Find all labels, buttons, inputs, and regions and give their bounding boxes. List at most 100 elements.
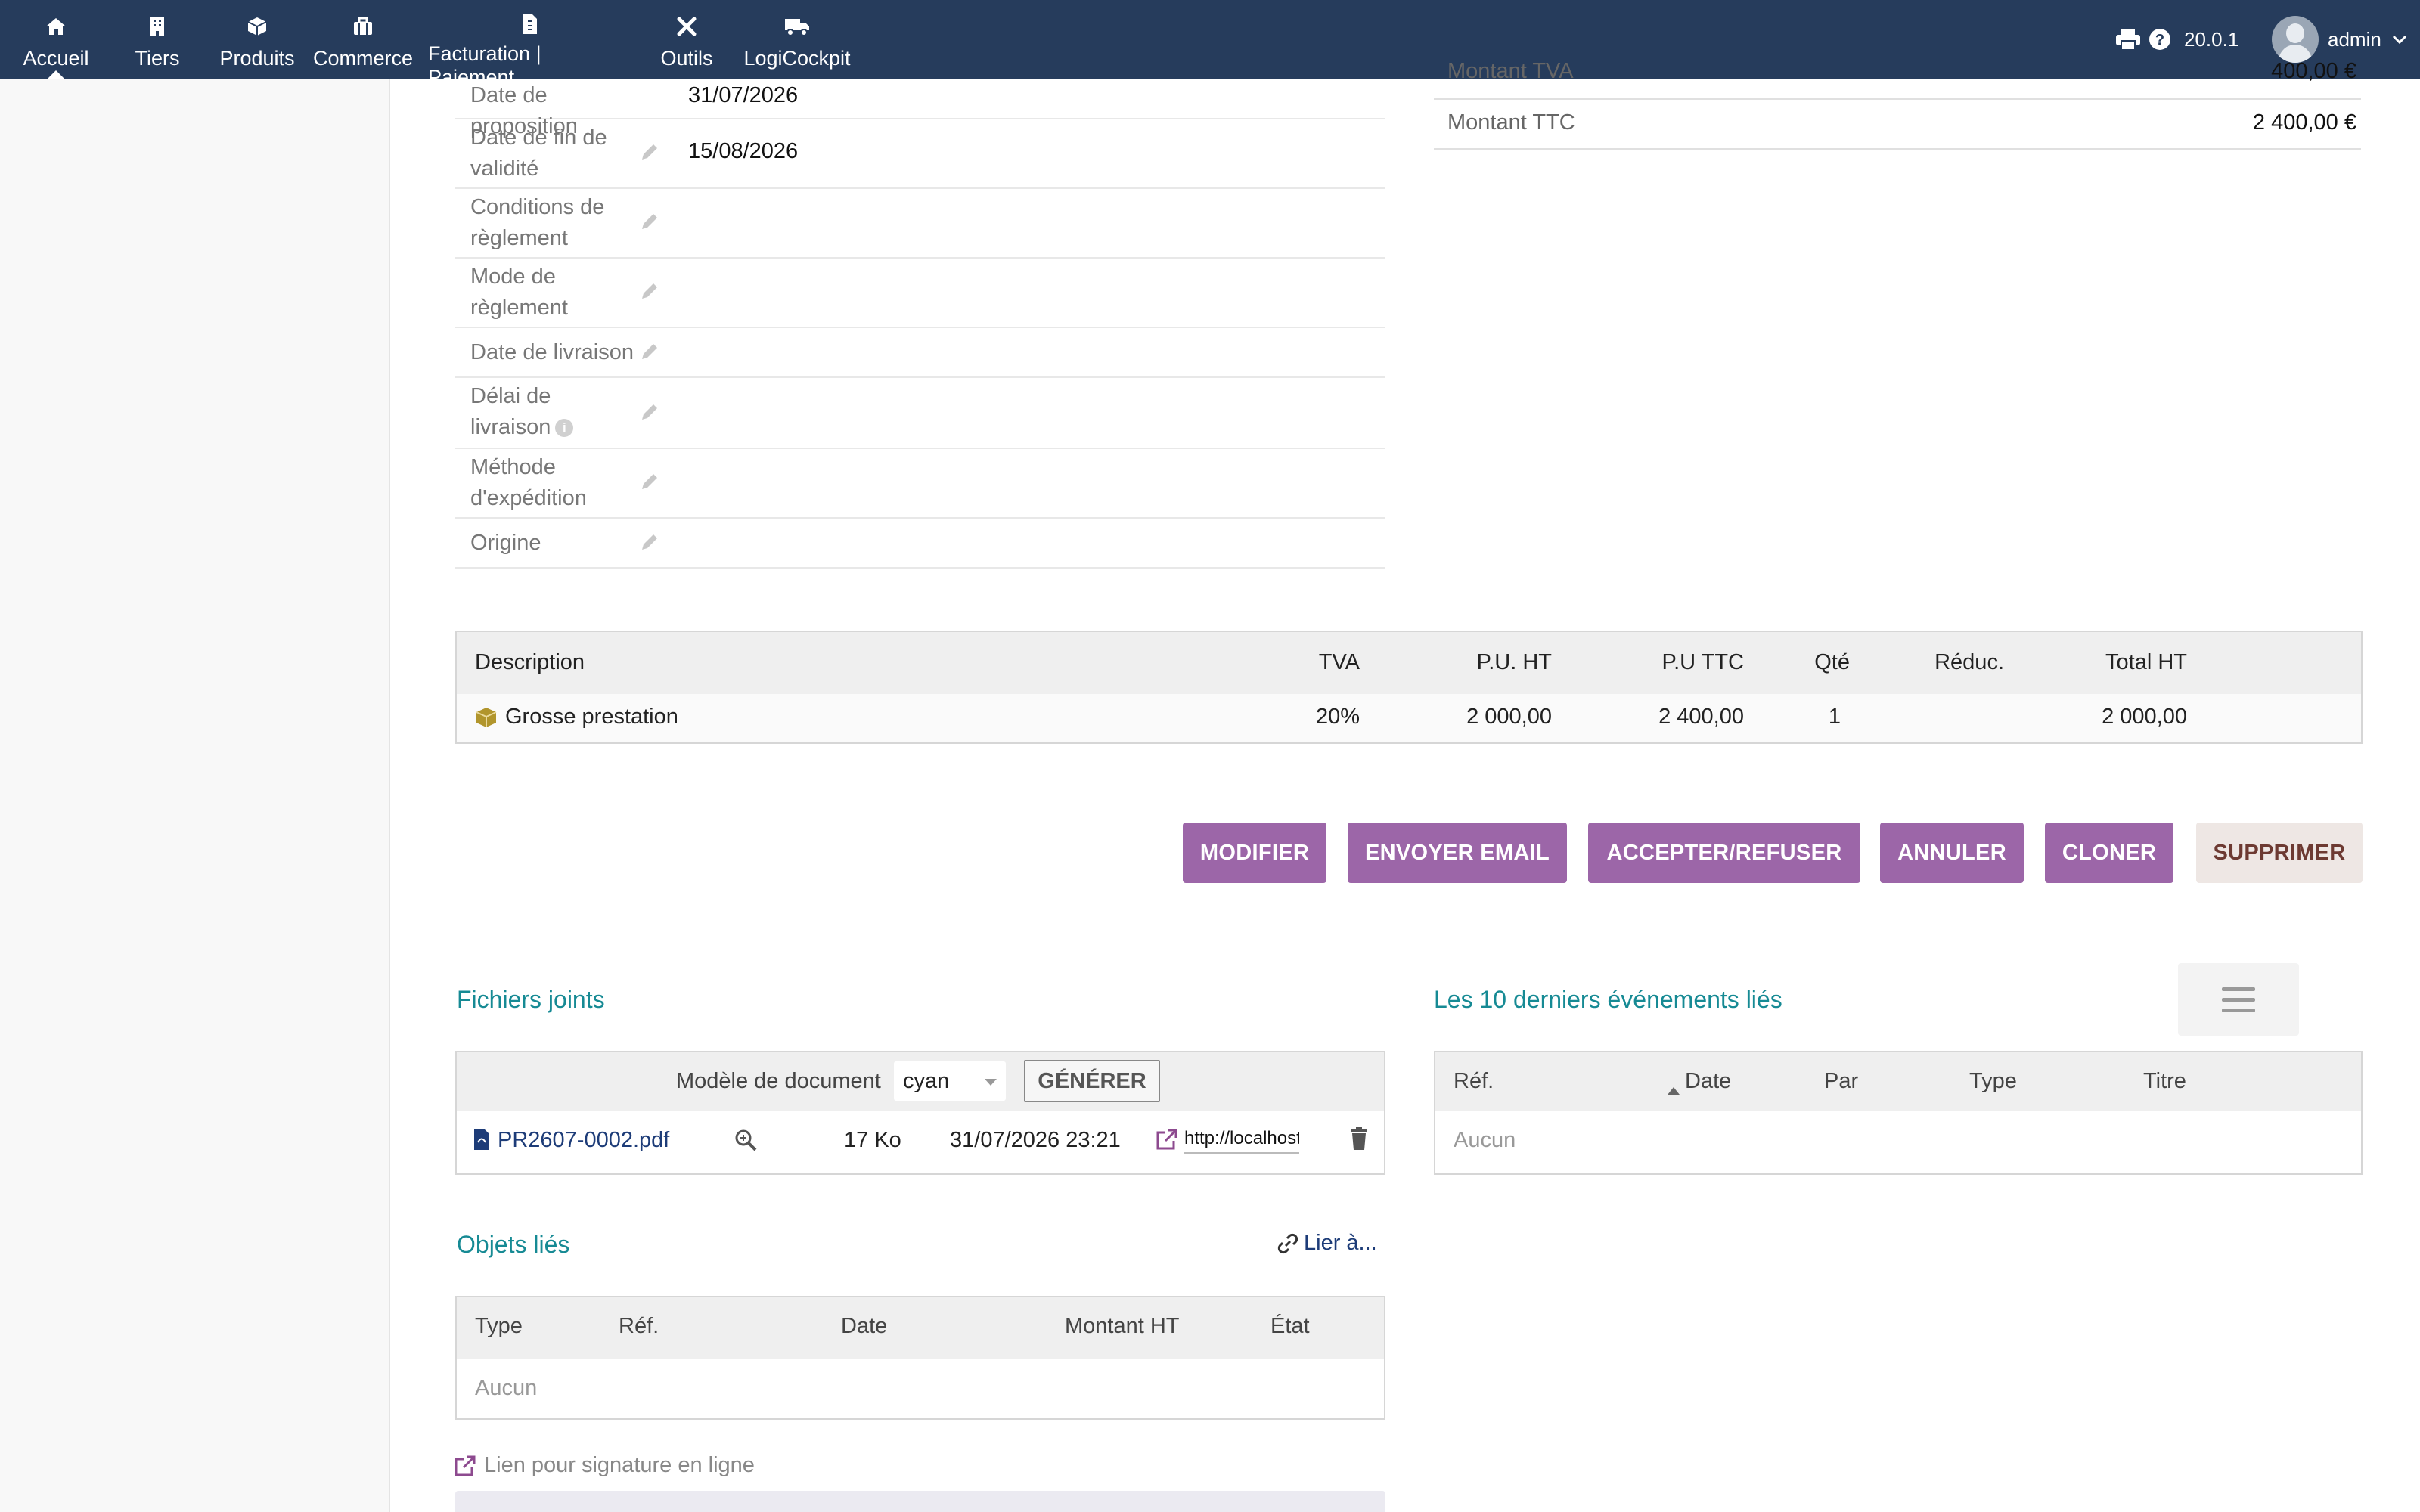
menu-tiers[interactable]: Tiers	[130, 0, 185, 79]
envoyer-email-button[interactable]: ENVOYER EMAIL	[1348, 823, 1567, 883]
line-pu-ttc: 2 400,00	[1658, 705, 1744, 729]
menu-facturation[interactable]: Facturation | Paiement	[428, 0, 632, 88]
modifier-button[interactable]: MODIFIER	[1183, 823, 1326, 883]
col-pu-ttc: P.U TTC	[1661, 650, 1744, 674]
info-row-conditions-reglement: Conditions de règlement	[455, 189, 1385, 259]
pencil-icon[interactable]	[638, 141, 661, 163]
linked-col-montant: Montant HT	[1065, 1314, 1180, 1338]
home-icon	[45, 14, 67, 39]
summary-row-ttc: Montant TTC 2 400,00 €	[1434, 100, 2361, 150]
menu-label: Commerce	[312, 47, 414, 70]
zoom-icon[interactable]	[734, 1128, 758, 1158]
file-url-field[interactable]: http://localhost	[1184, 1128, 1299, 1154]
annuler-button[interactable]: ANNULER	[1880, 823, 2024, 883]
info-label: Conditions de règlement	[470, 195, 605, 250]
events-header: Réf. Date Par Type Titre	[1435, 1052, 2361, 1111]
cloner-button[interactable]: CLONER	[2045, 823, 2173, 883]
col-qte: Qté	[1814, 650, 1850, 674]
pencil-icon[interactable]	[638, 401, 661, 423]
line-tva: 20%	[1315, 705, 1360, 729]
signature-link[interactable]: Lien pour signature en ligne	[454, 1453, 755, 1478]
events-col-ref[interactable]: Réf.	[1454, 1069, 1494, 1094]
external-link-icon[interactable]	[1156, 1128, 1178, 1157]
info-label-text: Délai de livraison	[470, 384, 551, 439]
file-row: PR2607-0002.pdf 17 Ko 31/07/2026 23:21 h…	[457, 1111, 1384, 1173]
file-link[interactable]: PR2607-0002.pdf	[498, 1128, 669, 1153]
table-row[interactable]: Grosse prestation 20% 2 000,00 2 400,00 …	[457, 694, 2361, 742]
menu-produits[interactable]: Produits	[215, 0, 299, 79]
col-total-ht: Total HT	[2105, 650, 2187, 674]
linked-empty: Aucun	[475, 1376, 538, 1400]
link-to-label[interactable]: Lier à...	[1304, 1231, 1377, 1256]
info-row-methode-expedition: Méthode d'expédition	[455, 449, 1385, 519]
pencil-icon[interactable]	[638, 531, 661, 553]
info-value: 15/08/2026	[688, 139, 799, 163]
pencil-icon[interactable]	[638, 280, 661, 302]
lines-table: Description TVA P.U. HT P.U TTC Qté Rédu…	[455, 631, 2363, 744]
pencil-icon[interactable]	[638, 210, 661, 233]
info-icon: i	[555, 419, 574, 438]
signature-label[interactable]: Lien pour signature en ligne	[484, 1453, 755, 1478]
col-reduc: Réduc.	[1934, 650, 2004, 674]
sort-asc-icon[interactable]	[1667, 1077, 1680, 1101]
invoice-icon	[522, 14, 538, 35]
trash-icon[interactable]	[1349, 1126, 1369, 1157]
col-tva: TVA	[1318, 650, 1360, 674]
menu-label: Accueil	[23, 47, 89, 70]
menu-label: Produits	[219, 47, 295, 70]
line-pu-ht: 2 000,00	[1466, 705, 1552, 729]
info-row-date-proposition: Date de proposition 31/07/2026	[455, 79, 1385, 138]
chevron-down-icon[interactable]	[2392, 34, 2407, 45]
link-icon	[1277, 1232, 1299, 1255]
briefcase-icon	[352, 14, 374, 39]
line-total-ht: 2 000,00	[2102, 705, 2187, 729]
events-box: Réf. Date Par Type Titre Aucun	[1434, 1051, 2363, 1175]
pencil-icon[interactable]	[638, 470, 661, 493]
model-select-value: cyan	[903, 1069, 950, 1093]
building-icon	[149, 14, 166, 39]
signature-url-field[interactable]	[455, 1491, 1385, 1512]
cube-icon	[247, 14, 268, 39]
menu-icon[interactable]	[2178, 963, 2299, 1036]
lines-header: Description TVA P.U. HT P.U TTC Qté Rédu…	[457, 632, 2361, 694]
caret-down-icon	[985, 1079, 997, 1086]
info-row-delai-livraison: Délai de livraison i	[455, 378, 1385, 449]
menu-label: Outils	[660, 47, 713, 70]
menu-outils[interactable]: Outils	[652, 0, 721, 79]
generate-button[interactable]: GÉNÉRER	[1024, 1060, 1160, 1102]
info-label: Origine	[470, 531, 541, 555]
model-select[interactable]: cyan	[894, 1061, 1006, 1101]
line-description[interactable]: Grosse prestation	[505, 705, 678, 730]
info-label: Délai de livraison i	[470, 381, 591, 443]
link-to-button[interactable]: Lier à...	[1277, 1231, 1377, 1256]
pencil-icon[interactable]	[638, 340, 661, 363]
model-label: Modèle de document	[676, 1069, 881, 1093]
info-row-origine: Origine	[455, 519, 1385, 569]
events-col-date[interactable]: Date	[1685, 1069, 1731, 1094]
external-link-icon	[454, 1455, 476, 1477]
events-col-par[interactable]: Par	[1824, 1069, 1858, 1094]
linked-section-title: Objets liés	[457, 1231, 570, 1258]
events-empty: Aucun	[1454, 1128, 1516, 1152]
menu-accueil[interactable]: Accueil	[14, 0, 98, 79]
menu-commerce[interactable]: Commerce	[313, 0, 413, 79]
linked-col-date: Date	[841, 1314, 888, 1338]
linked-box: Type Réf. Date Montant HT État Aucun	[455, 1296, 1385, 1420]
info-row-mode-reglement: Mode de règlement	[455, 259, 1385, 328]
linked-col-etat: État	[1270, 1314, 1310, 1338]
accepter-refuser-button[interactable]: ACCEPTER/REFUSER	[1588, 823, 1860, 883]
info-label: Date de livraison	[470, 340, 634, 364]
linked-header: Type Réf. Date Montant HT État	[457, 1297, 1384, 1359]
linked-col-ref: Réf.	[619, 1314, 659, 1338]
files-section-title: Fichiers joints	[457, 986, 605, 1013]
product-icon	[475, 706, 498, 735]
tools-icon	[676, 14, 697, 39]
info-label: Mode de règlement	[470, 265, 568, 320]
supprimer-button[interactable]: SUPPRIMER	[2196, 823, 2363, 883]
menu-logicockpit[interactable]: LogiCockpit	[741, 0, 853, 79]
info-row-date-fin-validite: Date de fin de validité 15/08/2026	[455, 119, 1385, 189]
events-col-titre[interactable]: Titre	[2143, 1069, 2186, 1094]
files-header: Modèle de document cyan GÉNÉRER	[457, 1052, 1384, 1111]
info-label: Date de fin de validité	[470, 125, 607, 181]
events-col-type[interactable]: Type	[1969, 1069, 2017, 1094]
